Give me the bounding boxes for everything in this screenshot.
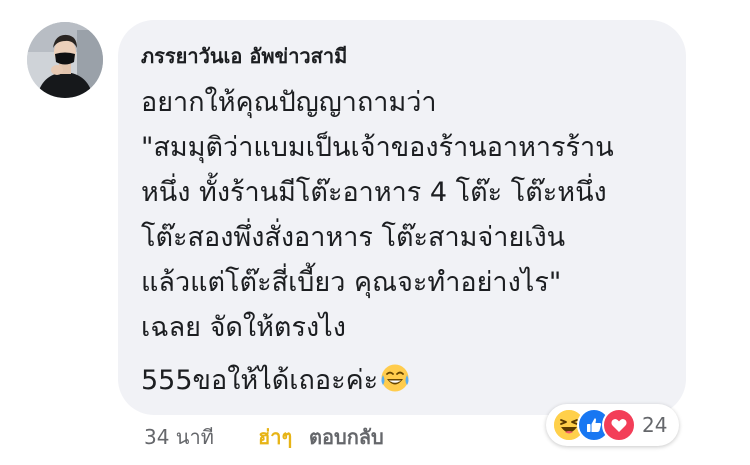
face-with-tears-of-joy-icon [380, 363, 410, 402]
comment-text-line: อยากให้คุณปัญญาถามว่า [141, 87, 437, 118]
reaction-summary[interactable]: 24 [546, 404, 680, 446]
comment-timestamp[interactable]: 34 นาที [144, 424, 214, 450]
comment-author[interactable]: ภรรยาวันเอ อัพข่าวสามี [141, 40, 347, 72]
reaction-count: 24 [642, 413, 668, 437]
comment-text-line: "สมมุติว่าแบมเป็นเจ้าของร้านอาหารร้าน [141, 132, 614, 163]
profile-photo [27, 22, 103, 98]
avatar[interactable] [27, 22, 103, 98]
comment-text: 555ขอให้ได้เถอะค่ะ [141, 365, 379, 396]
comment-last-line: 555ขอให้ได้เถอะค่ะ [141, 363, 410, 402]
comment-text-line: เฉลย จัดให้ตรงไง [141, 312, 346, 343]
haha-reaction-button[interactable]: ฮ่าๆ [258, 424, 292, 450]
reply-button[interactable]: ตอบกลับ [309, 424, 384, 450]
comment-text-line: แล้วแต่โต๊ะสี่เบี้ยว คุณจะทำอย่างไร" [141, 267, 562, 298]
comment-text-line: โต๊ะสองพึ่งสั่งอาหาร โต๊ะสามจ่ายเงิน [141, 222, 566, 253]
comment-text-line: หนึ่ง ทั้งร้านมีโต๊ะอาหาร 4 โต๊ะ โต๊ะหนึ… [141, 177, 607, 208]
love-icon [602, 408, 636, 442]
comment-bubble: ภรรยาวันเอ อัพข่าวสามี อยากให้คุณปัญญาถา… [118, 20, 686, 415]
